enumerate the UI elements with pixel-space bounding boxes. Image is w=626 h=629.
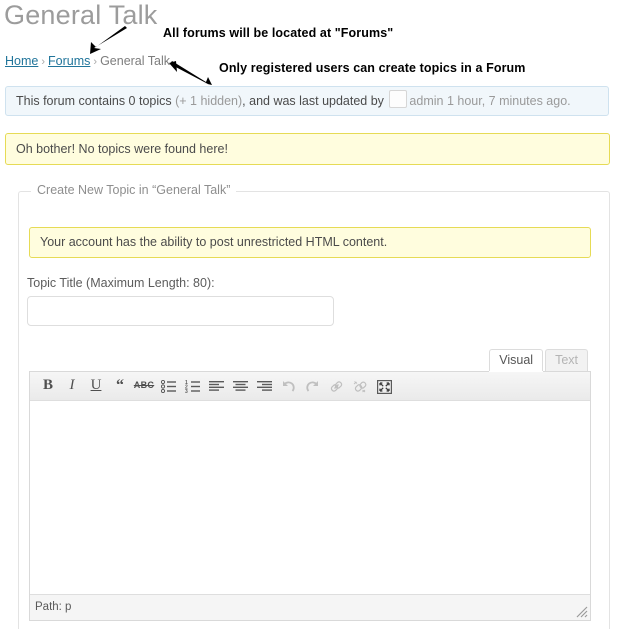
forum-info-notice: This forum contains 0 topics (+ 1 hidden… bbox=[5, 86, 609, 116]
link-icon[interactable] bbox=[324, 372, 348, 399]
no-topics-notice: Oh bother! No topics were found here! bbox=[5, 133, 610, 165]
ordered-list-icon[interactable]: 123 bbox=[180, 372, 204, 399]
breadcrumb-current: General Talk bbox=[100, 54, 171, 68]
undo-icon[interactable] bbox=[276, 372, 300, 399]
bold-icon[interactable]: B bbox=[36, 372, 60, 399]
tab-visual[interactable]: Visual bbox=[489, 349, 544, 371]
redo-icon[interactable] bbox=[300, 372, 324, 399]
forum-info-text-1: This forum contains 0 topics bbox=[16, 94, 176, 108]
breadcrumb-link-forums[interactable]: Forums bbox=[48, 54, 90, 68]
annotation-text-registered-users: Only registered users can create topics … bbox=[219, 61, 526, 75]
unlink-icon[interactable] bbox=[348, 372, 372, 399]
breadcrumb-separator-1: › bbox=[41, 56, 46, 68]
strikethrough-icon[interactable]: ABC bbox=[132, 372, 156, 399]
svg-text:3: 3 bbox=[185, 389, 188, 393]
annotation-text-forums: All forums will be located at "Forums" bbox=[163, 26, 394, 40]
editor-content-area[interactable] bbox=[30, 401, 590, 594]
unordered-list-icon[interactable] bbox=[156, 372, 180, 399]
blockquote-icon[interactable]: “ bbox=[108, 372, 132, 399]
avatar-placeholder-icon bbox=[389, 90, 408, 108]
topic-title-label: Topic Title (Maximum Length: 80): bbox=[27, 276, 215, 290]
italic-icon[interactable]: I bbox=[60, 372, 84, 399]
create-new-topic-fieldset: Create New Topic in “General Talk” Your … bbox=[18, 183, 610, 629]
breadcrumb-separator-2: › bbox=[93, 56, 98, 68]
align-center-icon[interactable] bbox=[228, 372, 252, 399]
create-new-topic-legend: Create New Topic in “General Talk” bbox=[31, 183, 237, 197]
fullscreen-icon[interactable] bbox=[372, 372, 396, 399]
align-right-icon[interactable] bbox=[252, 372, 276, 399]
editor-toolbar: B I U “ABC 1 2 3 bbox=[30, 372, 590, 401]
forum-info-last-updated: admin 1 hour, 7 minutes ago. bbox=[409, 94, 571, 108]
underline-icon[interactable]: U bbox=[84, 372, 108, 399]
rich-text-editor: B I U “ABC 1 2 3 Path: p bbox=[29, 371, 591, 621]
annotation-arrow-down-left-icon bbox=[90, 26, 127, 54]
editor-mode-tabs: Visual Text bbox=[489, 349, 588, 371]
editor-status-bar: Path: p bbox=[30, 594, 590, 620]
tab-text[interactable]: Text bbox=[545, 349, 588, 371]
align-left-icon[interactable] bbox=[204, 372, 228, 399]
annotation-arrow-up-left-icon bbox=[169, 61, 212, 85]
topic-title-input[interactable] bbox=[27, 296, 334, 326]
forum-info-text-2: , and was last updated by bbox=[242, 94, 384, 108]
editor-path-label: Path: p bbox=[35, 601, 72, 613]
breadcrumb-link-home[interactable]: Home bbox=[5, 54, 38, 68]
html-permission-notice: Your account has the ability to post unr… bbox=[29, 227, 591, 258]
resize-grip-icon[interactable] bbox=[576, 606, 588, 618]
forum-info-hidden-count: (+ 1 hidden) bbox=[175, 94, 243, 108]
